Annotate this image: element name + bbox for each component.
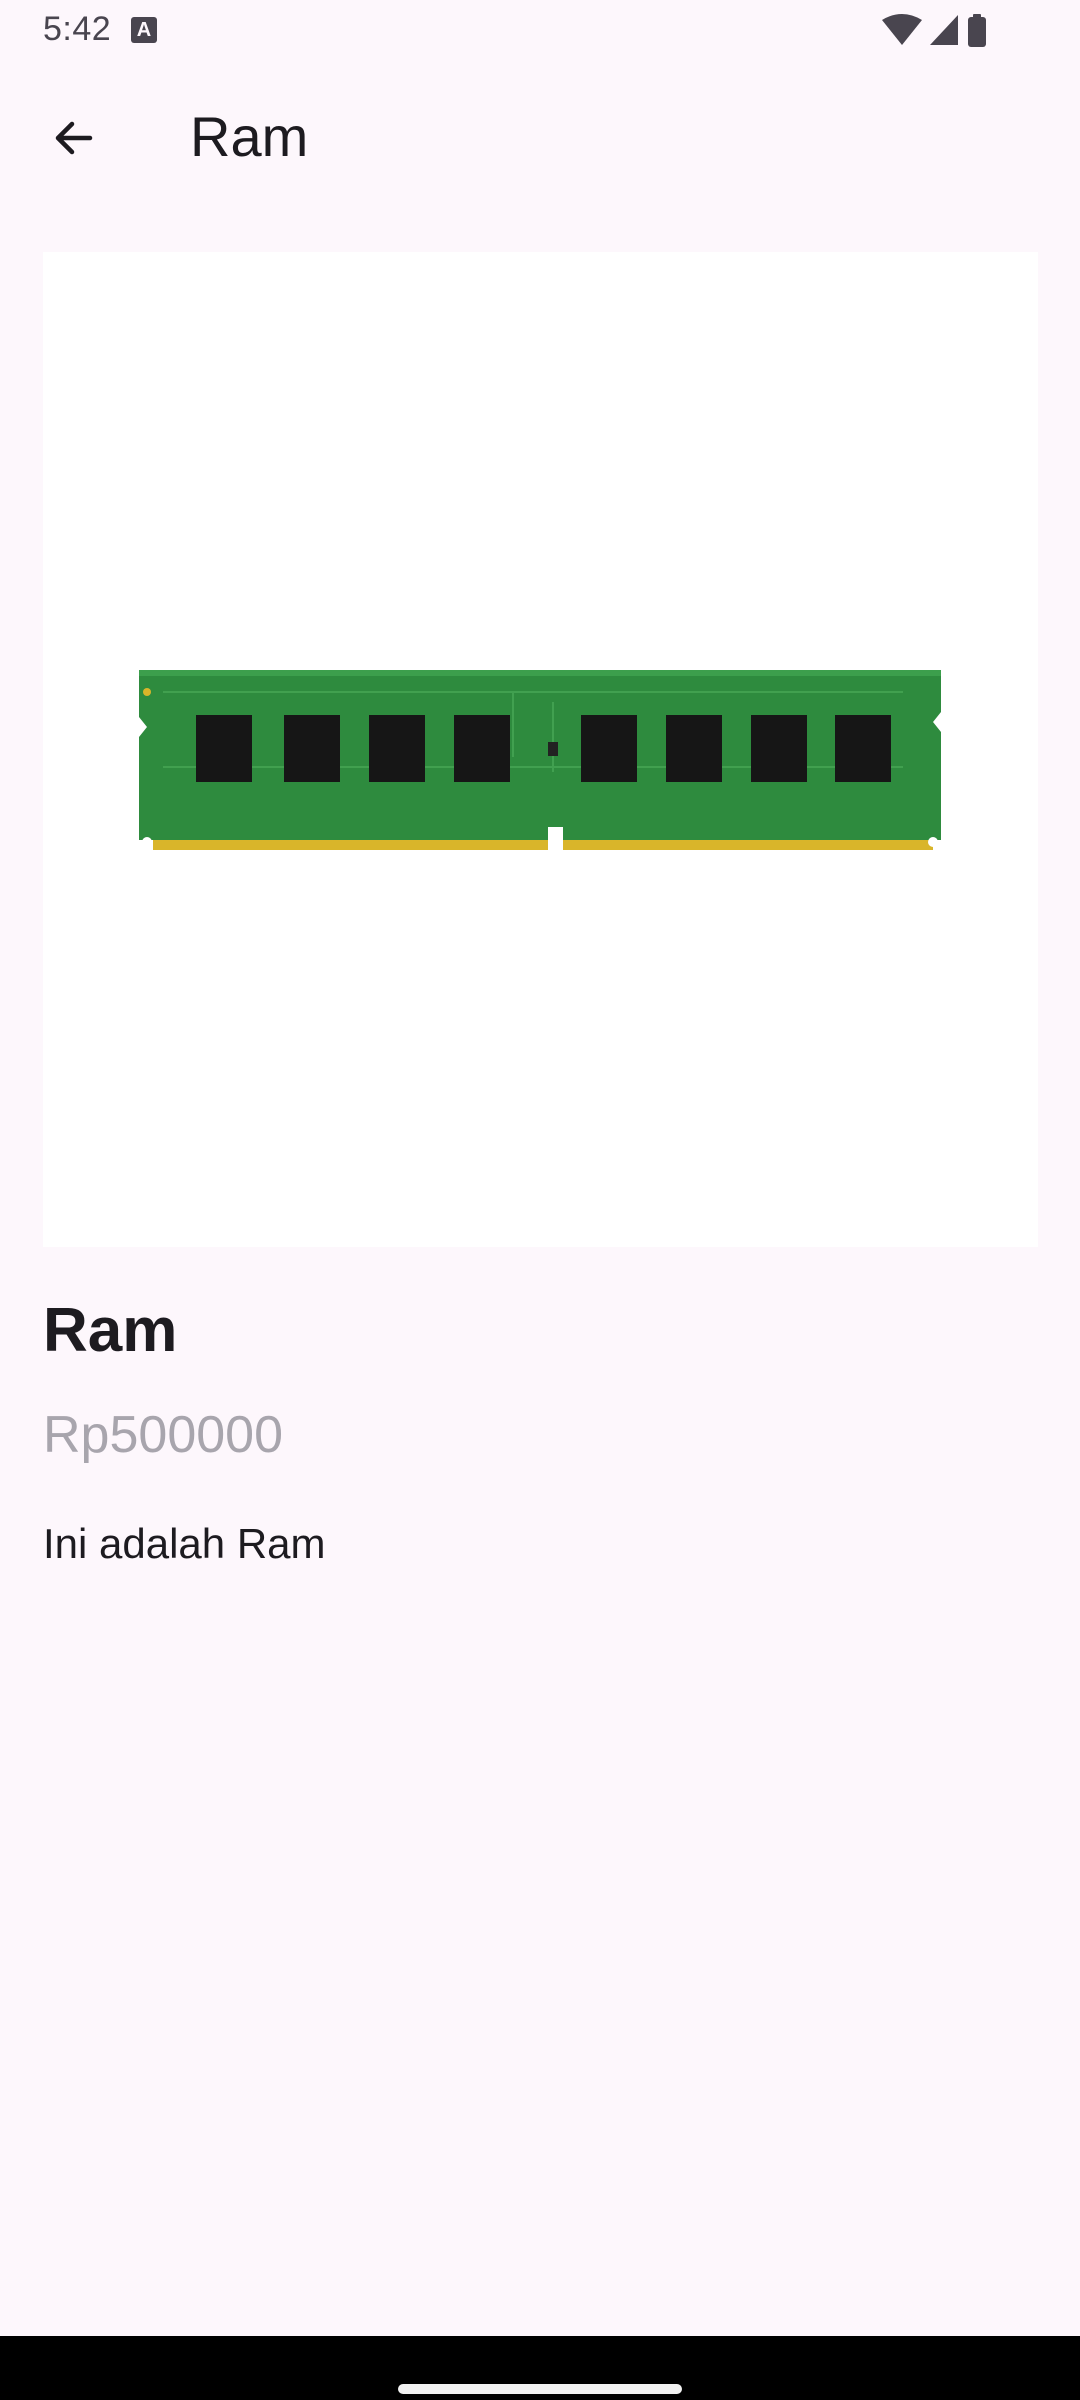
- pcb-notch: [548, 827, 563, 852]
- product-price: Rp500000: [43, 1406, 283, 1464]
- arrow-back-icon: [55, 121, 93, 155]
- notification-glyph: A: [136, 19, 152, 41]
- app-bar: Ram: [0, 62, 1080, 210]
- back-button[interactable]: [38, 102, 110, 174]
- status-icons-svg: [882, 14, 986, 47]
- status-icons: [880, 12, 1010, 52]
- status-bar: 5:42 A: [0, 0, 1080, 62]
- ram-module-image: [43, 252, 1038, 1247]
- pcb-top-edge: [139, 670, 941, 676]
- pcb-dot: [143, 688, 151, 696]
- wifi-icon: [882, 14, 922, 45]
- status-time: 5:42: [43, 10, 112, 48]
- pcb-lower: [139, 782, 941, 840]
- product-name: Ram: [43, 1296, 178, 1365]
- product-description: Ini adalah Ram: [43, 1520, 326, 1567]
- gesture-handle[interactable]: [398, 2384, 682, 2394]
- pcb-hole-left: [142, 837, 152, 847]
- battery-icon: [968, 14, 986, 47]
- cell-signal-icon: [930, 15, 958, 45]
- page-title: Ram: [190, 105, 309, 168]
- ram-module-svg: [139, 670, 941, 852]
- pcb-component: [548, 742, 558, 756]
- pcb-board: [139, 670, 941, 782]
- pcb-hole-right: [928, 837, 938, 847]
- a-letter-icon: A: [131, 17, 157, 43]
